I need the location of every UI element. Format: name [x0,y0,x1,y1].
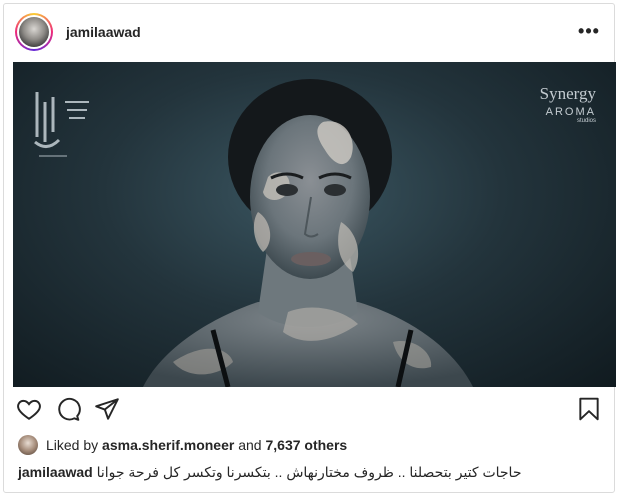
brand-name: Synergy [539,84,596,103]
brand-line-aroma: AROMA [545,106,596,118]
post-caption: jamilaawad حاجات كتير بتحصلنا .. ظروف مخ… [18,464,608,484]
portrait-illustration [143,79,473,387]
story-logo [27,82,97,162]
comment-icon[interactable] [55,396,81,422]
profile-avatar[interactable] [15,13,53,51]
instagram-post: jamilaawad ••• Synergy AROMA studios Lik… [3,3,616,493]
post-header: jamilaawad ••• [4,4,614,60]
avatar-border [17,15,51,49]
post-actions [4,396,614,426]
likes-count[interactable]: 7,637 others [265,437,347,453]
likes-prefix: Liked by [46,437,99,453]
liker-username[interactable]: asma.sherif.moneer [102,437,234,453]
likes-summary: Liked by asma.sherif.moneer and 7,637 ot… [18,434,518,456]
paper-plane-icon[interactable] [94,396,120,422]
eye-left [276,184,298,196]
heart-icon[interactable] [16,396,42,422]
bookmark-icon[interactable] [576,396,602,422]
brand-watermark: Synergy AROMA studios [540,84,596,124]
avatar-image [19,17,49,47]
liker-avatar[interactable] [18,435,38,455]
brand-line-studios: studios [576,118,596,124]
caption-text: حاجات كتير بتحصلنا .. ظروف مختارنهاش .. … [96,464,522,480]
likes-text: Liked by asma.sherif.moneer and 7,637 ot… [46,437,347,453]
caption-author[interactable]: jamilaawad [18,464,93,480]
post-username[interactable]: jamilaawad [66,24,141,40]
arabic-calligraphy-logo [34,92,89,157]
post-media-image[interactable]: Synergy AROMA studios [13,62,616,387]
eye-right [324,184,346,196]
more-options-button[interactable]: ••• [578,20,600,42]
lips [291,252,331,266]
likes-and: and [238,437,262,453]
